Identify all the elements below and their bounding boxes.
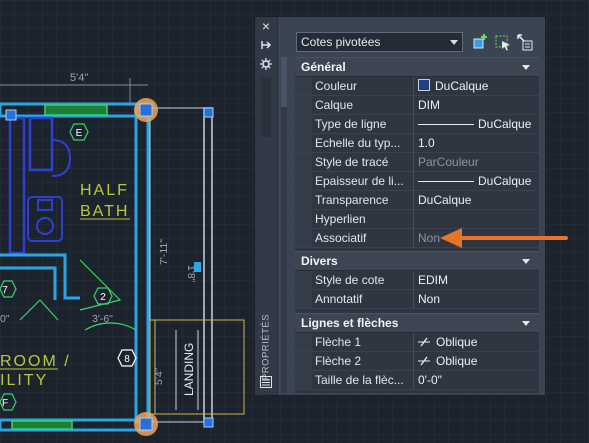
svg-text:ILITY: ILITY — [0, 372, 48, 389]
property-row[interactable]: Epaisseur de li... DuCalque — [295, 172, 539, 191]
svg-text:LANDING: LANDING — [182, 343, 196, 396]
collapse-caret-icon[interactable] — [522, 321, 530, 326]
palette-menu-icon[interactable] — [260, 375, 272, 388]
property-value-arrowhead[interactable]: Oblique — [418, 333, 536, 351]
property-name: Style de cote — [315, 273, 385, 287]
linetype-preview-icon — [418, 124, 474, 125]
property-value-arrowhead[interactable]: Oblique — [418, 352, 536, 370]
property-name: Type de ligne — [315, 117, 387, 131]
svg-text:5'4": 5'4" — [153, 367, 165, 385]
property-value-color[interactable]: DuCalque — [418, 77, 536, 95]
svg-text:7: 7 — [2, 285, 8, 296]
svg-text:3'-6": 3'-6" — [92, 313, 113, 325]
property-value-lineweight[interactable]: DuCalque — [418, 172, 536, 190]
property-name: Taille de la flèc... — [315, 373, 404, 387]
property-name: Annotatif — [315, 292, 363, 306]
palette-grip[interactable] — [261, 77, 271, 137]
property-value[interactable]: DuCalque — [418, 191, 536, 209]
svg-text:2: 2 — [100, 292, 106, 303]
property-value[interactable]: Non — [418, 290, 536, 308]
property-name: Couleur — [315, 79, 358, 93]
property-row[interactable]: Hyperlien — [295, 210, 539, 229]
object-type-value: Cotes pivotées — [301, 35, 381, 49]
oblique-arrowhead-icon — [418, 356, 430, 366]
property-row[interactable]: Style de tracé ParCouleur — [295, 153, 539, 172]
grip-left[interactable] — [5, 109, 17, 121]
property-row[interactable]: Annotatif Non — [295, 290, 539, 309]
property-row[interactable]: Type de ligne DuCalque — [295, 115, 539, 134]
svg-text:7'-11": 7'-11" — [158, 239, 170, 265]
close-icon[interactable]: × — [259, 19, 273, 33]
property-name: Epaisseur de li... — [315, 174, 404, 188]
collapse-caret-icon[interactable] — [522, 65, 530, 70]
property-row[interactable]: Style de cote EDIM — [295, 271, 539, 290]
property-name: Hyperlien — [315, 212, 366, 226]
properties-grid: Général Couleur DuCalque Calque DIM Type… — [295, 57, 539, 393]
property-row[interactable]: Transparence DuCalque — [295, 191, 539, 210]
grip-top[interactable] — [134, 98, 158, 122]
section-lines-arrows[interactable]: Lignes et flèches — [295, 313, 539, 333]
quick-select-icon[interactable] — [515, 32, 535, 52]
property-name: Echelle du typ... — [315, 136, 401, 150]
color-swatch-icon — [418, 79, 430, 91]
toggle-pickadd-icon[interactable] — [471, 32, 491, 52]
section-title: Lignes et flèches — [301, 316, 399, 330]
svg-text:8: 8 — [124, 354, 130, 365]
palette-title-strip[interactable]: × PROPRIÉTÉS — [255, 17, 278, 395]
property-value[interactable]: 1.0 — [418, 134, 536, 152]
autohide-icon[interactable] — [259, 38, 273, 52]
property-name: Style de tracé — [315, 155, 389, 169]
property-row[interactable]: Echelle du typ... 1.0 — [295, 134, 539, 153]
palette-title: PROPRIÉTÉS — [260, 313, 272, 381]
svg-text:5'4": 5'4" — [70, 72, 88, 84]
section-misc[interactable]: Divers — [295, 251, 539, 271]
property-row[interactable]: Associatif Non — [295, 229, 539, 248]
svg-text:ROOM /: ROOM / — [0, 353, 71, 370]
property-row[interactable]: Flèche 1 Oblique — [295, 333, 539, 352]
svg-text:BATH: BATH — [80, 203, 129, 220]
lineweight-preview-icon — [418, 181, 474, 182]
chevron-down-icon[interactable] — [450, 40, 458, 45]
property-name: Calque — [315, 98, 354, 112]
grip-bottom[interactable] — [134, 412, 158, 436]
properties-palette: × PROPRIÉTÉS Cotes pivotées Général Coul… — [254, 16, 546, 396]
section-general[interactable]: Général — [295, 57, 539, 77]
property-value-associative[interactable]: Non — [418, 229, 536, 247]
grip-corner-bottom[interactable] — [203, 417, 214, 428]
property-name: Flèche 1 — [315, 335, 362, 349]
svg-text:0": 0" — [0, 313, 10, 325]
property-value[interactable]: EDIM — [418, 271, 536, 289]
property-value[interactable]: 0'-0" — [418, 371, 536, 389]
property-row[interactable]: Taille de la flèc... 0'-0" — [295, 371, 539, 390]
oblique-arrowhead-icon — [418, 337, 430, 347]
property-name: Associatif — [315, 231, 367, 245]
property-value-linetype[interactable]: DuCalque — [418, 115, 536, 133]
palette-scrollbar[interactable] — [281, 57, 287, 393]
property-value[interactable]: DIM — [418, 96, 536, 114]
palette-content: Cotes pivotées Général Couleur DuCalque … — [291, 17, 543, 395]
property-value[interactable]: ParCouleur — [418, 153, 536, 171]
collapse-caret-icon[interactable] — [522, 259, 530, 264]
grip-corner-top[interactable] — [203, 107, 214, 118]
select-objects-icon[interactable] — [493, 32, 513, 52]
section-title: Divers — [301, 254, 338, 268]
settings-icon[interactable] — [259, 57, 273, 71]
object-type-select[interactable]: Cotes pivotées — [296, 32, 463, 52]
property-name: Transparence — [315, 193, 389, 207]
svg-text:HALF: HALF — [80, 182, 129, 199]
property-row[interactable]: Flèche 2 Oblique — [295, 352, 539, 371]
property-row[interactable]: Calque DIM — [295, 96, 539, 115]
property-name: Flèche 2 — [315, 354, 362, 368]
svg-text:E: E — [76, 128, 83, 139]
property-value[interactable] — [418, 210, 536, 228]
property-row[interactable]: Couleur DuCalque — [295, 77, 539, 96]
svg-text:F: F — [2, 398, 8, 409]
section-title: Général — [301, 60, 346, 74]
